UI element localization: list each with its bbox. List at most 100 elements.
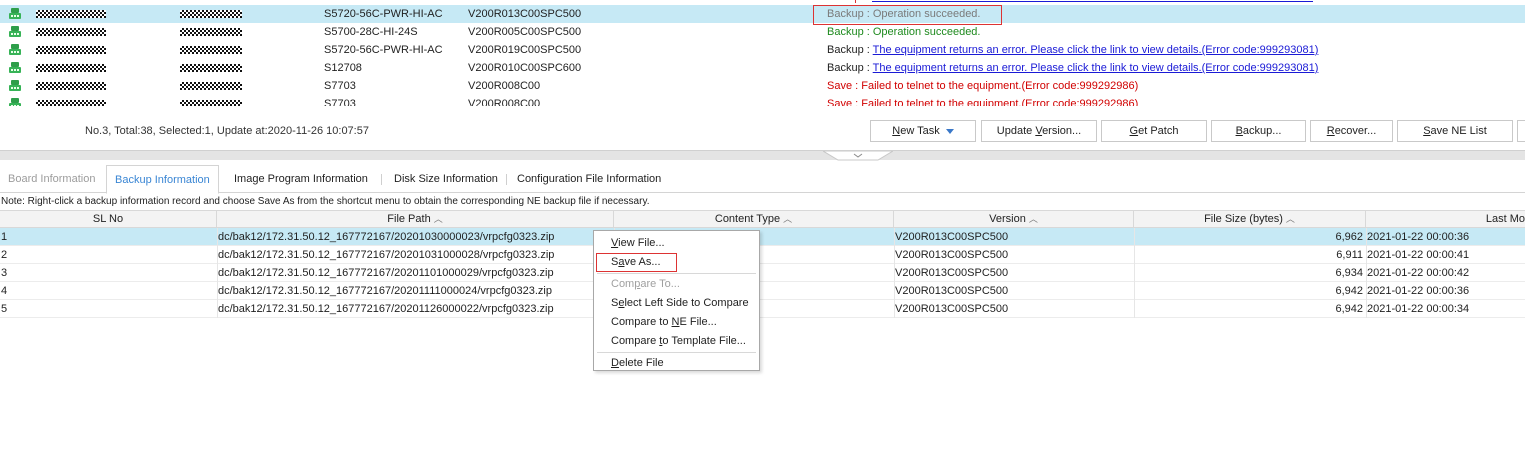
column-label: Last Mo [1485,213,1525,225]
table-row[interactable]: 2 dc/bak12/172.31.50.12_167772167/2020103… [0,246,1525,264]
masked-device-name [36,41,106,60]
last-modified-cell: 2021-01-22 00:00:34 [1367,303,1470,315]
device-version: V200R005C00SPC500 [468,26,582,38]
tab-separator [381,174,382,185]
error-details-link[interactable]: The equipment returns an error. Please c… [873,62,1319,74]
error-details-link[interactable]: The equipment returns an error. Please c… [873,44,1319,56]
menu-separator [597,352,756,353]
menu-item-delete-file[interactable]: Delete File [594,354,759,373]
tab-disk-size-information[interactable]: Disk Size Information [386,165,506,193]
backup-button[interactable]: Backup... [1211,120,1306,142]
last-modified-cell: 2021-01-22 00:00:36 [1367,231,1470,243]
menu-label: Compare [611,335,660,347]
file-size-cell: 6,911 [1336,249,1363,261]
new-task-button[interactable]: New Task [870,120,976,142]
button-label: ecover... [1334,125,1377,137]
menu-item-compare-to-ne-file[interactable]: Compare to NE File... [594,313,759,332]
menu-label: Compare to [611,316,672,328]
device-version: V200R013C00SPC500 [468,8,582,20]
button-label: et Patch [1138,125,1179,137]
result-prefix: Backup : [827,44,873,56]
switch-device-icon [9,98,21,106]
file-size-cell: 6,962 [1335,231,1363,243]
device-row[interactable]: S7703 V200R008C00 Save : Failed to telnet … [0,77,1525,95]
save-ne-list-button[interactable]: Save NE List [1397,120,1513,142]
column-header-file-path[interactable]: File Path ︿ [217,211,614,228]
column-grid-line [894,228,895,318]
recover-button[interactable]: Recover... [1310,120,1393,142]
button-mnemonic: G [1129,125,1139,137]
file-path-cell: dc/bak12/172.31.50.12_167772167/20201111… [218,285,552,297]
tab-backup-information[interactable]: Backup Information [106,165,219,194]
menu-item-compare-to[interactable]: Compare To... [594,275,759,294]
device-version: V200R008C00 [468,80,541,92]
menu-item-compare-to-template[interactable]: Compare to Template File... [594,332,759,351]
menu-item-view-file[interactable]: View File... [594,234,759,253]
get-patch-button[interactable]: Get Patch [1101,120,1207,142]
last-modified-cell: 2021-01-22 00:00:42 [1367,267,1470,279]
button-label: ersion... [1042,125,1082,137]
tab-board-information[interactable]: Board Information [0,165,103,193]
backup-note: Note: Right-click a backup information r… [1,196,650,207]
version-cell: V200R013C00SPC500 [895,249,1009,261]
device-row[interactable]: S12708 V200R010C00SPC600 Backup : The equi… [0,59,1525,77]
sl-no-cell: 2 [1,249,8,261]
more-toolbar-button[interactable] [1517,120,1525,142]
menu-label: iew File... [618,237,665,249]
update-version-button[interactable]: Update Version... [981,120,1097,142]
menu-item-select-left-side[interactable]: Select Left Side to Compare [594,294,759,313]
column-header-version[interactable]: Version ︿ [894,211,1134,228]
result-highlight-box [813,5,1002,25]
device-model: S5700-28C-HI-24S [324,26,418,38]
result-text: Operation succeeded. [872,26,981,38]
tab-image-program-information[interactable]: Image Program Information [226,165,376,193]
table-row[interactable]: 4 dc/bak12/172.31.50.12_167772167/2020111… [0,282,1525,300]
switch-device-icon [9,26,21,38]
masked-device-ip [180,41,242,60]
file-path-cell: dc/bak12/172.31.50.12_167772167/20201126… [218,303,554,315]
panel-splitter[interactable] [0,150,1525,161]
device-row[interactable]: S5720-56C-PWR-HI-AC V200R013C00SPC500 Back… [0,5,1525,23]
sl-no-cell: 4 [1,285,8,297]
file-path-cell: dc/bak12/172.31.50.12_167772167/20201031… [218,249,555,261]
table-row[interactable]: 1 dc/bak12/172.31.50.12_167772167/2020103… [0,228,1525,246]
device-version: V200R008C00 [468,98,541,106]
detail-tabs: Board Information Backup Information Ima… [0,165,1525,194]
device-row[interactable]: S7703 V200R008C00 Save : Failed to telnet … [0,95,1525,106]
device-table: S5720-56C-PWR-HI-AC V200R013C00SPC500 Back… [0,0,1525,106]
sort-arrow-icon: ︿ [1028,214,1038,224]
file-path-cell: dc/bak12/172.31.50.12_167772167/20201030… [218,231,555,243]
menu-item-save-as[interactable]: Save As... [596,253,677,272]
menu-label: lect Left Side to Compare [624,297,749,309]
column-header-last-modified[interactable]: Last Mo [1366,211,1525,228]
column-header-sl-no[interactable]: SL No [0,211,217,228]
file-path-cell: dc/bak12/172.31.50.12_167772167/20201101… [218,267,554,279]
button-label: ew Task [900,125,940,137]
file-size-cell: 6,942 [1335,285,1363,297]
table-row[interactable]: 5 dc/bak12/172.31.50.12_167772167/2020112… [0,300,1525,318]
column-grid-line [1134,228,1135,318]
column-header-content-type[interactable]: Content Type ︿ [614,211,894,228]
menu-label: Com [611,278,635,290]
menu-separator [597,273,756,274]
button-mnemonic: S [1423,125,1431,137]
device-model: S7703 [324,80,356,92]
version-cell: V200R013C00SPC500 [895,285,1009,297]
masked-device-name [36,23,106,42]
sort-arrow-icon: ︿ [783,214,793,224]
device-row[interactable]: S5720-56C-PWR-HI-AC V200R019C00SPC500 Back… [0,41,1525,59]
splitter-grip[interactable] [823,151,893,161]
table-row[interactable]: 3 dc/bak12/172.31.50.12_167772167/2020110… [0,264,1525,282]
device-version: V200R019C00SPC500 [468,44,582,56]
context-menu: View File... Save As... Compare To... Se… [593,230,760,371]
column-header-file-size[interactable]: File Size (bytes) ︿ [1134,211,1366,228]
tab-configuration-file-information[interactable]: Configuration File Information [509,165,669,193]
column-grid-line [217,228,218,318]
menu-label: are To... [640,278,680,290]
result-prefix: Backup : [827,26,873,38]
masked-device-ip [180,5,242,24]
operation-result: Backup : The equipment returns an error.… [827,41,1318,59]
sort-arrow-icon: ︿ [1285,214,1295,224]
menu-mnemonic: D [611,357,619,369]
device-row[interactable]: S5700-28C-HI-24S V200R005C00SPC500 Backup … [0,23,1525,41]
